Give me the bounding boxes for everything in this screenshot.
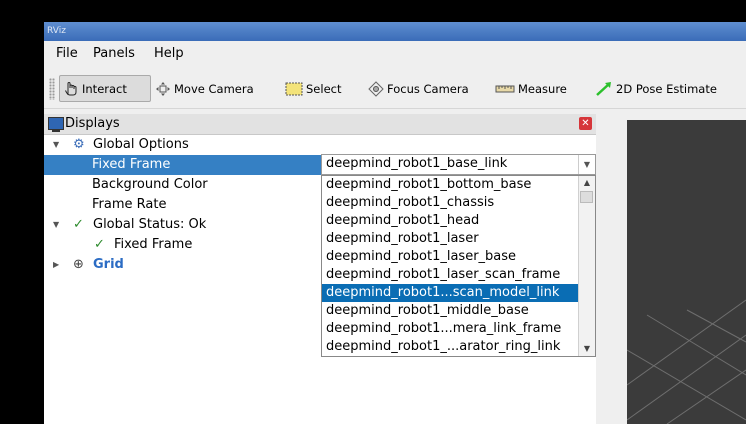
grid-icon: ⊕ [73,257,84,272]
checkmark-icon: ✓ [94,237,105,252]
dropdown-option-selected[interactable]: deepmind_robot1...scan_model_link [322,284,580,302]
tree-item-fixed-frame[interactable]: Fixed Frame [44,155,321,175]
hand-pointer-icon [63,81,79,97]
tree-label: Fixed Frame [114,237,193,252]
move-camera-icon [155,81,171,97]
tree-label: Grid [93,257,124,272]
rviz-window: RViz File Panels Help Interact Move Came… [44,22,746,424]
green-arrow-icon [595,81,613,97]
scroll-down-icon[interactable]: ▼ [579,342,595,356]
pose-estimate-button[interactable]: 2D Pose Estimate [592,75,720,102]
move-camera-button[interactable]: Move Camera [152,75,257,102]
toolbar-grip[interactable] [49,78,55,100]
tree-item-grid[interactable]: ▶ ⊕ Grid [44,255,321,275]
move-camera-label: Move Camera [174,81,254,96]
scrollbar-thumb[interactable] [580,191,593,203]
fixed-frame-combobox[interactable]: deepmind_robot1_base_link ▼ [321,154,596,175]
window-titlebar[interactable]: RViz [44,22,746,41]
focus-camera-icon [368,80,384,97]
window-title: RViz [47,26,66,36]
dropdown-option[interactable]: deepmind_robot1_chassis [322,194,580,212]
dropdown-option[interactable]: deepmind_robot1_head [322,212,580,230]
select-box-icon [285,82,303,96]
ruler-icon [495,84,515,94]
render-panel [597,114,746,424]
dropdown-scrollbar[interactable]: ▲ ▼ [578,176,595,356]
menu-bar: File Panels Help [44,41,746,63]
menu-help[interactable]: Help [154,46,184,61]
tree-label: Fixed Frame [92,157,171,172]
3d-viewport[interactable] [627,120,746,424]
monitor-icon [48,117,64,132]
frame-dropdown-list: deepmind_robot1_bottom_base deepmind_rob… [321,175,596,357]
displays-panel-header: Displays ✕ [44,114,596,135]
combobox-value: deepmind_robot1_base_link [326,156,508,171]
tree-item-status-fixed-frame[interactable]: ✓ Fixed Frame [44,235,321,255]
dropdown-option[interactable]: deepmind_robot1_...arator_ring_link [322,338,580,356]
toolbar: Interact Move Camera Select Focus Camera… [44,68,746,109]
dropdown-option[interactable]: deepmind_robot1_bottom_base [322,176,580,194]
pose-estimate-label: 2D Pose Estimate [616,81,717,96]
measure-label: Measure [518,81,567,96]
select-tool-button[interactable]: Select [282,75,344,102]
focus-camera-label: Focus Camera [387,81,469,96]
menu-panels[interactable]: Panels [93,46,135,61]
tree-label: Background Color [92,177,208,192]
tree-item-global-options[interactable]: ▼ ⚙ Global Options [44,135,321,155]
expand-arrow-icon[interactable]: ▼ [53,135,59,155]
tree-label: Frame Rate [92,197,167,212]
interact-tool-button[interactable]: Interact [59,75,151,102]
expand-arrow-icon[interactable]: ▼ [53,215,59,235]
focus-camera-button[interactable]: Focus Camera [365,75,472,102]
dropdown-option[interactable]: deepmind_robot1_laser_scan_frame [322,266,580,284]
dropdown-option[interactable]: deepmind_robot1_laser [322,230,580,248]
displays-title: Displays [65,116,120,131]
tree-item-global-status[interactable]: ▼ ✓ Global Status: Ok [44,215,321,235]
interact-label: Interact [82,81,127,96]
tree-item-frame-rate[interactable]: Frame Rate [44,195,321,215]
dropdown-option[interactable]: deepmind_robot1...mera_link_frame [322,320,580,338]
close-icon[interactable]: ✕ [579,117,592,130]
gear-icon: ⚙ [73,137,85,152]
measure-tool-button[interactable]: Measure [492,75,570,102]
collapse-arrow-icon[interactable]: ▶ [53,255,59,275]
menu-file[interactable]: File [56,46,78,61]
tree-label: Global Status: Ok [93,217,207,232]
scroll-up-icon[interactable]: ▲ [579,176,595,190]
tree-item-background-color[interactable]: Background Color [44,175,321,195]
chevron-down-icon[interactable]: ▼ [578,155,595,174]
tree-label: Global Options [93,137,189,152]
dropdown-option[interactable]: deepmind_robot1_laser_base [322,248,580,266]
grid-lines [627,299,746,424]
select-label: Select [306,81,342,96]
displays-tree: ▼ ⚙ Global Options Fixed Frame Backgroun… [44,135,322,424]
checkmark-icon: ✓ [73,217,84,232]
dropdown-option[interactable]: deepmind_robot1_middle_base [322,302,580,320]
